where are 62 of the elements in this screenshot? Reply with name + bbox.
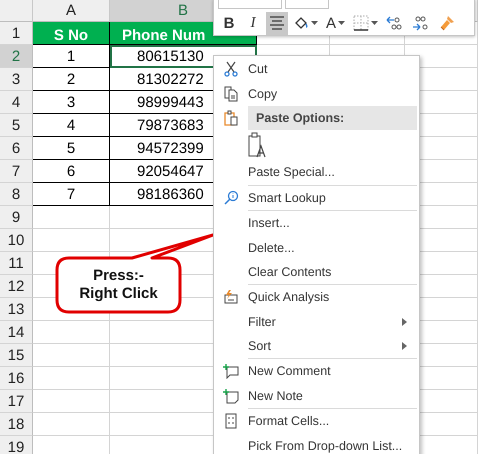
- note-icon: [223, 388, 239, 404]
- row-header[interactable]: 12: [0, 275, 33, 298]
- search-icon: [223, 190, 239, 206]
- menu-item[interactable]: New Comment: [214, 359, 419, 384]
- caret-icon: [371, 21, 378, 26]
- row-header[interactable]: 8: [0, 183, 33, 206]
- row-header[interactable]: 7: [0, 160, 33, 183]
- column-title: S No: [33, 22, 110, 45]
- row-header[interactable]: 17: [0, 390, 33, 413]
- paste-options-header: Paste Options:: [248, 106, 417, 130]
- row-header[interactable]: 19: [0, 436, 33, 454]
- menu-item[interactable]: Insert...: [214, 210, 419, 236]
- menu-item[interactable]: New Note: [214, 384, 419, 408]
- caret-icon: [338, 21, 346, 26]
- row-header[interactable]: 9: [0, 206, 33, 229]
- table-cell: 6: [33, 160, 110, 183]
- table-cell: 1: [33, 45, 110, 68]
- paint-bucket-icon: [293, 15, 309, 32]
- menu-item[interactable]: Sort: [214, 334, 419, 358]
- align-center-icon: [269, 16, 285, 30]
- row-header[interactable]: 6: [0, 137, 33, 160]
- font-size-field[interactable]: [285, 0, 329, 9]
- copy-icon: [223, 86, 239, 102]
- center-align-button[interactable]: [266, 12, 288, 35]
- row-header[interactable]: 10: [0, 229, 33, 252]
- format-cells-icon: [223, 413, 239, 430]
- format-painter-icon: [438, 14, 456, 32]
- menu-item[interactable]: Format Cells...: [214, 409, 419, 434]
- row-header[interactable]: 3: [0, 68, 33, 91]
- menu-item[interactable]: Pick From Drop-down List...: [214, 433, 419, 454]
- row-header[interactable]: 5: [0, 114, 33, 137]
- menu-item[interactable]: Quick Analysis: [214, 285, 419, 310]
- menu-item[interactable]: Clear Contents: [214, 260, 419, 284]
- row-header[interactable]: 14: [0, 321, 33, 344]
- row-header[interactable]: 11: [0, 252, 33, 275]
- font-color-button[interactable]: A: [323, 12, 348, 35]
- increase-decimal-icon: [412, 15, 430, 32]
- row-header[interactable]: 1: [0, 22, 33, 45]
- table-cell: 3: [33, 91, 110, 114]
- scissors-icon: [223, 61, 239, 78]
- table-cell: 4: [33, 114, 110, 137]
- table-cell: 5: [33, 137, 110, 160]
- menu-item[interactable]: Filter: [214, 310, 419, 334]
- row-header[interactable]: 2: [0, 45, 33, 68]
- quick-analysis-icon: [223, 289, 239, 306]
- table-cell: 7: [33, 183, 110, 206]
- table-cell: 2: [33, 68, 110, 91]
- menu-item[interactable]: Delete...: [214, 235, 419, 260]
- callout-text: Press:- Right Click: [79, 267, 158, 303]
- decrease-decimal-icon: [386, 15, 404, 32]
- comment-icon: [223, 363, 239, 380]
- row-header[interactable]: 16: [0, 367, 33, 390]
- caret-icon: [311, 21, 318, 26]
- clipboard-icon: [223, 110, 239, 126]
- row-header[interactable]: 13: [0, 298, 33, 321]
- column-header[interactable]: A: [33, 0, 110, 22]
- borders-icon: [353, 15, 370, 32]
- row-header[interactable]: 15: [0, 344, 33, 367]
- row-header[interactable]: 18: [0, 413, 33, 436]
- paste-text-icon[interactable]: [248, 132, 268, 158]
- font-name-field[interactable]: [218, 0, 282, 9]
- row-header[interactable]: 4: [0, 91, 33, 114]
